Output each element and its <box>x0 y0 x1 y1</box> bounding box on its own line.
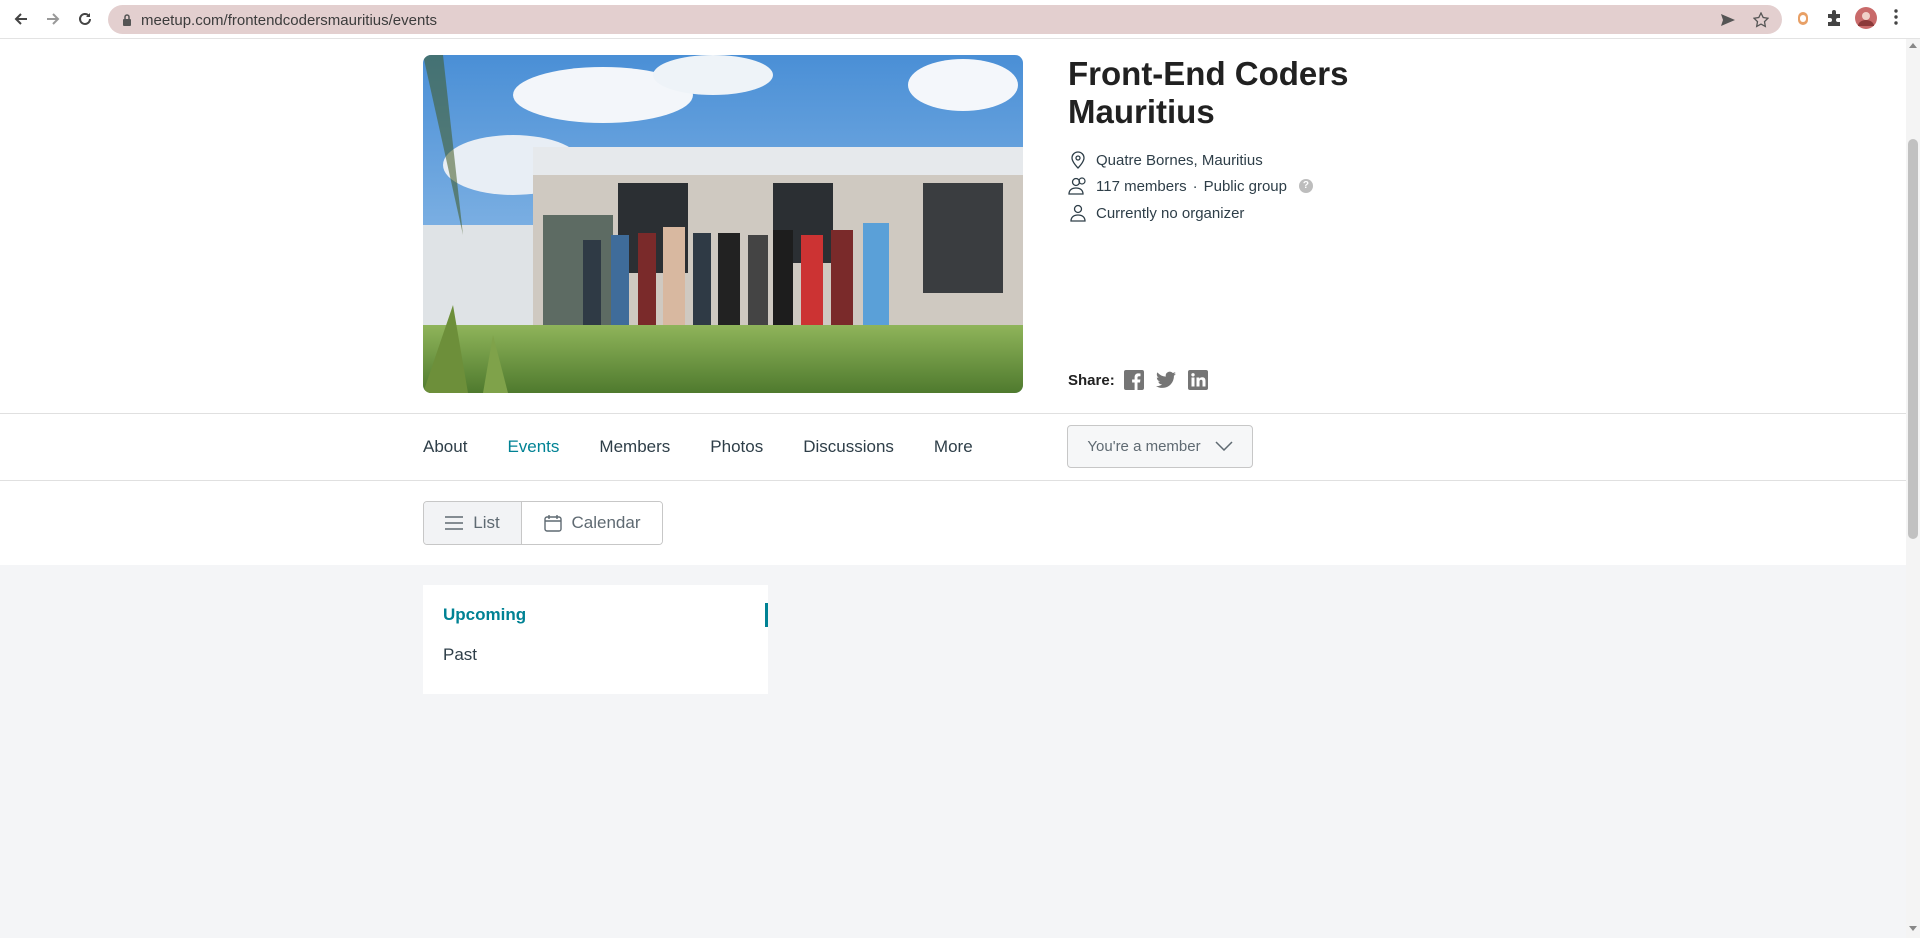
tab-events[interactable]: Events <box>507 437 559 457</box>
location-row: Quatre Bornes, Mauritius <box>1068 150 1263 170</box>
kebab-menu-icon[interactable] <box>1894 9 1898 30</box>
tab-members[interactable]: Members <box>599 437 670 457</box>
chevron-down-icon <box>1215 438 1233 455</box>
linkedin-icon[interactable] <box>1187 369 1209 391</box>
group-cover-photo <box>423 55 1023 393</box>
tab-photos[interactable]: Photos <box>710 437 763 457</box>
url-path: /frontendcodersmauritius/events <box>223 12 437 29</box>
send-icon[interactable] <box>1718 12 1738 28</box>
scrollbar-thumb[interactable] <box>1908 139 1918 539</box>
forward-button[interactable] <box>41 7 65 31</box>
avatar[interactable] <box>1855 7 1877 34</box>
divider <box>0 413 1906 414</box>
separator-dot: · <box>1192 177 1198 195</box>
tab-more[interactable]: More <box>934 437 973 457</box>
list-icon <box>445 516 464 530</box>
page: Front-End Coders Mauritius Quatre Bornes… <box>0 39 1906 938</box>
arrow-left-icon <box>14 13 27 25</box>
browser-toolbar: meetup.com/frontendcodersmauritius/event… <box>0 0 1920 39</box>
divider <box>0 480 1906 481</box>
membership-label: You're a member <box>1087 438 1201 455</box>
bookmark-star-icon[interactable] <box>1751 12 1771 28</box>
tab-discussions[interactable]: Discussions <box>803 437 894 457</box>
list-view-button[interactable]: List <box>424 502 522 544</box>
organizer-row: Currently no organizer <box>1068 203 1244 223</box>
person-icon <box>1068 203 1088 223</box>
group-title: Front-End Coders Mauritius <box>1068 55 1349 130</box>
twitter-icon[interactable] <box>1155 369 1177 391</box>
events-area: Upcoming Past <box>0 565 1906 938</box>
page-scrollbar[interactable] <box>1906 39 1920 938</box>
extension-icon[interactable] <box>1795 9 1811 32</box>
reload-icon <box>79 12 91 25</box>
calendar-view-button[interactable]: Calendar <box>522 502 662 544</box>
calendar-view-label: Calendar <box>571 513 641 532</box>
active-indicator <box>765 603 768 627</box>
lock-icon <box>122 13 132 31</box>
help-icon[interactable]: ? <box>1298 179 1313 193</box>
members-row: 117 members · Public group ? <box>1068 176 1313 196</box>
scroll-up-arrow[interactable] <box>1909 43 1917 48</box>
members-icon <box>1068 176 1088 196</box>
organizer-text: Currently no organizer <box>1096 204 1245 222</box>
calendar-icon <box>543 514 562 532</box>
group-tabs: About Events Members Photos Discussions … <box>423 437 1013 457</box>
event-filter-card: Upcoming Past <box>423 585 768 694</box>
back-button[interactable] <box>9 7 33 31</box>
puzzle-icon[interactable] <box>1825 9 1843 32</box>
location-text[interactable]: Quatre Bornes, Mauritius <box>1096 152 1263 169</box>
url-host: meetup.com <box>141 12 224 29</box>
list-view-label: List <box>473 513 500 532</box>
members-count[interactable]: 117 members <box>1096 178 1187 195</box>
tab-about[interactable]: About <box>423 437 467 457</box>
url-text: meetup.com/frontendcodersmauritius/event… <box>141 12 437 29</box>
arrow-right-icon <box>47 13 60 25</box>
scroll-down-arrow[interactable] <box>1909 926 1917 931</box>
filter-past[interactable]: Past <box>443 645 477 665</box>
share-label: Share: <box>1068 371 1115 389</box>
reload-button[interactable] <box>73 7 97 31</box>
address-bar[interactable]: meetup.com/frontendcodersmauritius/event… <box>108 5 1782 34</box>
share-bar: Share: <box>1068 369 1219 391</box>
view-toggle: List Calendar <box>423 501 663 545</box>
map-pin-icon <box>1068 150 1088 170</box>
facebook-icon[interactable] <box>1123 369 1145 391</box>
group-visibility: Public group <box>1203 177 1287 195</box>
filter-upcoming[interactable]: Upcoming <box>443 605 526 625</box>
membership-dropdown-button[interactable]: You're a member <box>1067 425 1253 468</box>
